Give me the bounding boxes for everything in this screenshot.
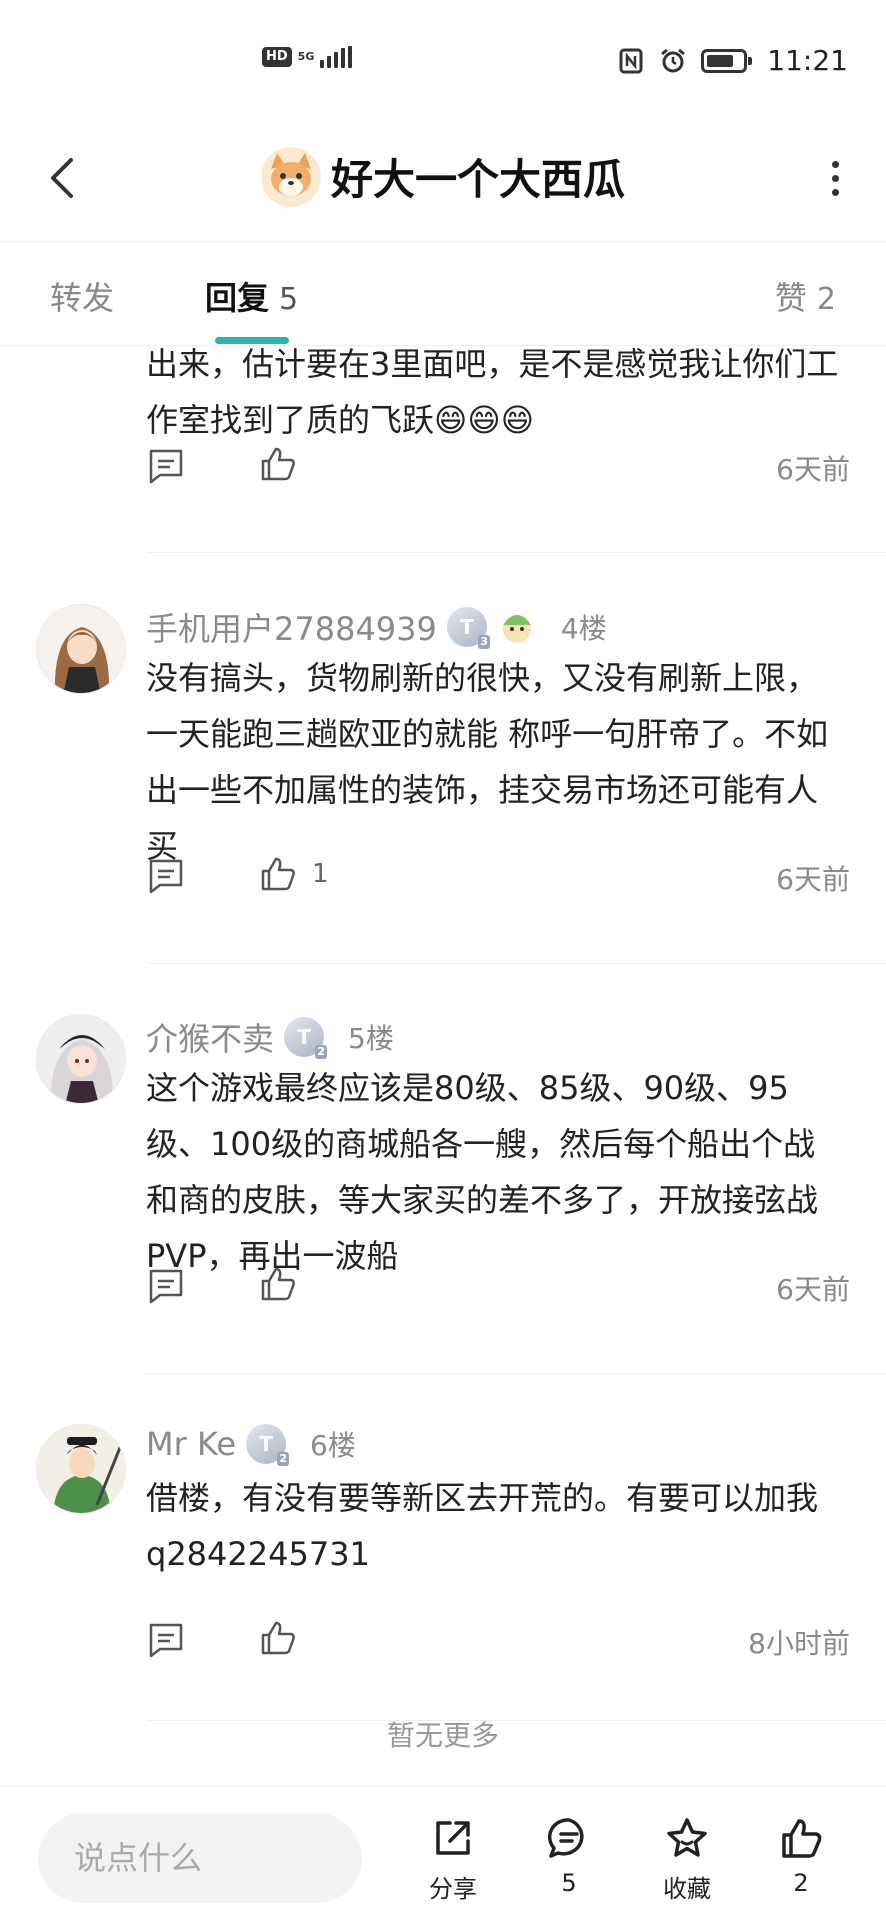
- battery-icon: [701, 48, 753, 73]
- user-avatar[interactable]: [36, 604, 126, 694]
- share-icon: [436, 1821, 470, 1855]
- favorite-label: 收藏: [663, 1875, 711, 1903]
- comment-actions: 6天前: [146, 442, 850, 492]
- swordsman-avatar-icon: [37, 1425, 125, 1513]
- reply-icon[interactable]: [146, 856, 186, 896]
- comment-count: 5: [561, 1869, 577, 1897]
- tab-like-label: 赞: [774, 279, 807, 317]
- like-count: 1: [312, 859, 329, 889]
- share-button[interactable]: 分享: [408, 1815, 498, 1904]
- tab-repost-label: 转发: [50, 279, 115, 317]
- anime-girl-avatar-icon: [37, 605, 125, 693]
- level-badge-icon: T3: [446, 607, 490, 649]
- tab-bar: 转发 回复 5 赞 2: [0, 243, 886, 346]
- like-button[interactable]: [258, 1618, 312, 1658]
- thumbs-up-icon: [261, 857, 295, 891]
- comment-text: 出来，估计要在3里面吧，是不是感觉我让你们工作室找到了质的飞跃😄😄😄: [146, 346, 839, 439]
- signal-icon: [320, 46, 353, 68]
- comment-actions: 1 6天前: [146, 852, 850, 902]
- hd-badge: HD: [262, 47, 292, 67]
- divider: [146, 963, 886, 964]
- star-icon: [667, 1818, 707, 1857]
- network-indicator: HD 5G: [262, 46, 353, 68]
- comment-time: 6天前: [776, 1273, 850, 1306]
- author-avatar[interactable]: [260, 146, 321, 207]
- floor-number: 6楼: [310, 1429, 356, 1462]
- divider: [146, 1373, 886, 1374]
- divider: [146, 552, 886, 553]
- tab-reply-count: 5: [279, 282, 299, 317]
- comment-time: 8小时前: [748, 1627, 850, 1660]
- thumbs-up-icon: [261, 447, 295, 481]
- level-badge-icon: T2: [246, 1424, 290, 1466]
- comment-meta: 介猴不卖 T2 5楼: [146, 1014, 394, 1060]
- alarm-icon: [661, 48, 686, 72]
- page-title: 好大一个大西瓜: [330, 155, 625, 204]
- comment-meta: Mr Ke T2 6楼: [146, 1424, 356, 1466]
- comment-time: 6天前: [776, 863, 850, 896]
- level-badge-icon: T2: [284, 1017, 328, 1059]
- comment-icon: [547, 1818, 584, 1858]
- like-button[interactable]: 1: [258, 854, 329, 894]
- more-options-button[interactable]: [810, 150, 860, 206]
- comment-time: 6天前: [776, 453, 850, 486]
- status-icons: 11:21: [617, 44, 848, 77]
- comment-button[interactable]: 5: [524, 1815, 614, 1897]
- more-dot-icon: [831, 160, 839, 168]
- comment-actions: 8小时前: [146, 1616, 850, 1666]
- comment-text: 这个游戏最终应该是80级、85级、90级、95级、100级的商城船各一艘，然后每…: [146, 1069, 819, 1275]
- tab-like-count: 2: [816, 282, 836, 317]
- thumbs-up-icon: [782, 1819, 822, 1858]
- status-bar: HD 5G 11:21: [0, 0, 886, 120]
- like-button[interactable]: [258, 444, 312, 484]
- tab-like[interactable]: 赞 2: [775, 273, 836, 319]
- reply-icon[interactable]: [146, 446, 186, 486]
- no-more-indicator: 暂无更多: [386, 1719, 499, 1752]
- tab-reply-label: 回复: [205, 279, 270, 317]
- reply-icon[interactable]: [146, 1620, 186, 1660]
- comment-meta: 手机用户27884939 T3 4楼: [146, 604, 607, 650]
- comment-actions: 6天前: [146, 1262, 850, 1312]
- network-type: 5G: [297, 50, 315, 63]
- tab-reply[interactable]: 回复 5: [205, 273, 298, 319]
- dog-avatar-icon: [260, 146, 321, 207]
- more-dot-icon: [831, 188, 839, 196]
- floor-number: 5楼: [348, 1022, 394, 1055]
- clock: 11:21: [767, 44, 848, 77]
- like-button[interactable]: [258, 1264, 312, 1304]
- thumbs-up-icon: [261, 1621, 295, 1655]
- like-post-count: 2: [793, 1869, 809, 1897]
- more-dot-icon: [831, 174, 839, 182]
- comment-list: 出来，估计要在3里面吧，是不是感觉我让你们工作室找到了质的飞跃😄😄😄 6天前 手…: [0, 346, 886, 1786]
- username[interactable]: 介猴不卖: [146, 1014, 274, 1060]
- comment-text: 借楼，有没有要等新区去开荒的。有要可以加我q2842245731: [146, 1479, 819, 1573]
- comment-input[interactable]: [38, 1813, 362, 1903]
- username[interactable]: Mr Ke: [146, 1425, 236, 1463]
- active-tab-indicator: [215, 337, 289, 344]
- floor-number: 4楼: [560, 612, 607, 645]
- like-post-button[interactable]: 2: [756, 1815, 846, 1897]
- comment-text: 没有搞头，货物刷新的很快，又没有刷新上限，一天能跑三趟欧亚的就能 称呼一句肝帝了…: [146, 659, 829, 865]
- anime-girl-avatar-icon: [37, 1015, 125, 1103]
- user-avatar[interactable]: [36, 1014, 126, 1104]
- nfc-icon: [619, 48, 643, 73]
- reply-icon[interactable]: [146, 1266, 186, 1306]
- tab-repost[interactable]: 转发: [50, 273, 114, 319]
- character-badge-icon: [502, 615, 531, 643]
- bottom-action-bar: 分享 5 收藏 2: [0, 1786, 886, 1920]
- favorite-button[interactable]: 收藏: [642, 1815, 732, 1904]
- header: 好大一个大西瓜: [0, 120, 886, 242]
- username[interactable]: 手机用户27884939: [146, 604, 437, 650]
- user-avatar[interactable]: [36, 1424, 126, 1514]
- share-label: 分享: [429, 1875, 477, 1903]
- thumbs-up-icon: [261, 1267, 295, 1301]
